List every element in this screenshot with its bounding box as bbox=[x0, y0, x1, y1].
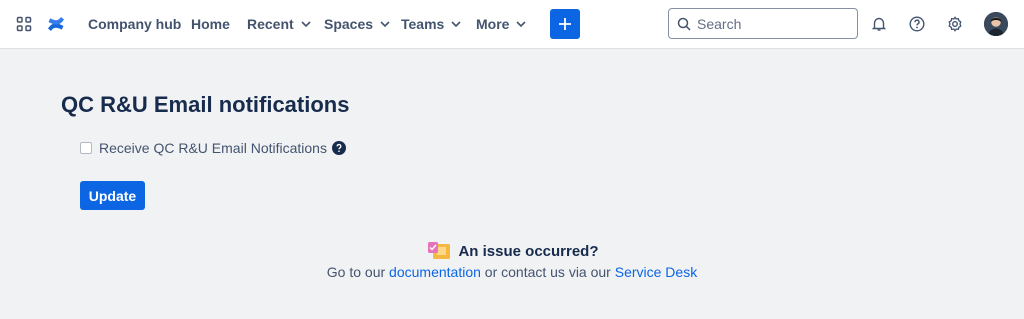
avatar[interactable] bbox=[984, 12, 1008, 36]
chevron-down-icon bbox=[301, 21, 311, 28]
service-desk-link[interactable]: Service Desk bbox=[615, 264, 697, 280]
nav-label: Home bbox=[191, 16, 230, 32]
search-icon bbox=[677, 17, 691, 31]
bell-icon bbox=[871, 17, 887, 31]
top-navigation-bar: Company hub Home Recent Spaces Teams Mor… bbox=[0, 0, 1024, 49]
notifications-button[interactable] bbox=[868, 13, 890, 35]
chevron-down-icon bbox=[380, 21, 390, 28]
chevron-down-icon bbox=[451, 21, 461, 28]
documentation-link[interactable]: documentation bbox=[389, 264, 481, 280]
nav-recent[interactable]: Recent bbox=[247, 0, 312, 48]
grid-icon bbox=[16, 16, 32, 32]
chevron-down-icon bbox=[516, 21, 527, 28]
nav-label: Spaces bbox=[324, 16, 374, 32]
question-circle-icon[interactable] bbox=[331, 141, 346, 155]
issue-heading: An issue occurred? bbox=[0, 241, 1024, 261]
user-avatar-icon bbox=[984, 12, 1008, 36]
nav-home[interactable]: Home bbox=[191, 0, 230, 48]
issue-middle: or contact us via our bbox=[480, 264, 615, 280]
update-button[interactable]: Update bbox=[80, 181, 145, 210]
nav-label: More bbox=[476, 16, 510, 32]
help-button[interactable] bbox=[906, 13, 928, 35]
notification-checkbox-row[interactable]: Receive QC R&U Email Notifications bbox=[80, 140, 346, 156]
nav-label: Company hub bbox=[88, 16, 182, 32]
nav-label: Recent bbox=[247, 16, 294, 32]
question-circle-icon bbox=[909, 16, 925, 32]
page-title: QC R&U Email notifications bbox=[61, 92, 350, 117]
search-box[interactable] bbox=[668, 8, 858, 39]
search-input[interactable] bbox=[697, 15, 847, 32]
nav-more[interactable]: More bbox=[476, 0, 527, 48]
issue-prefix: Go to our bbox=[326, 264, 390, 280]
create-button[interactable] bbox=[550, 9, 580, 39]
app-switcher-button[interactable] bbox=[14, 14, 34, 34]
confluence-logo[interactable] bbox=[45, 13, 67, 35]
settings-button[interactable] bbox=[944, 13, 966, 35]
issue-help-text: Go to our documentation or contact us vi… bbox=[0, 264, 1024, 280]
issue-title: An issue occurred? bbox=[458, 242, 599, 260]
email-notifications-checkbox[interactable] bbox=[80, 142, 92, 154]
nav-teams[interactable]: Teams bbox=[401, 0, 462, 48]
checkbox-label: Receive QC R&U Email Notifications bbox=[99, 140, 327, 156]
nav-company-hub[interactable]: Company hub bbox=[88, 0, 181, 48]
gear-icon bbox=[948, 16, 962, 32]
plus-icon bbox=[559, 18, 571, 30]
sticky-notes-icon bbox=[428, 242, 451, 259]
nav-label: Teams bbox=[401, 16, 445, 32]
confluence-logo-icon bbox=[48, 17, 64, 31]
nav-spaces[interactable]: Spaces bbox=[324, 0, 391, 48]
